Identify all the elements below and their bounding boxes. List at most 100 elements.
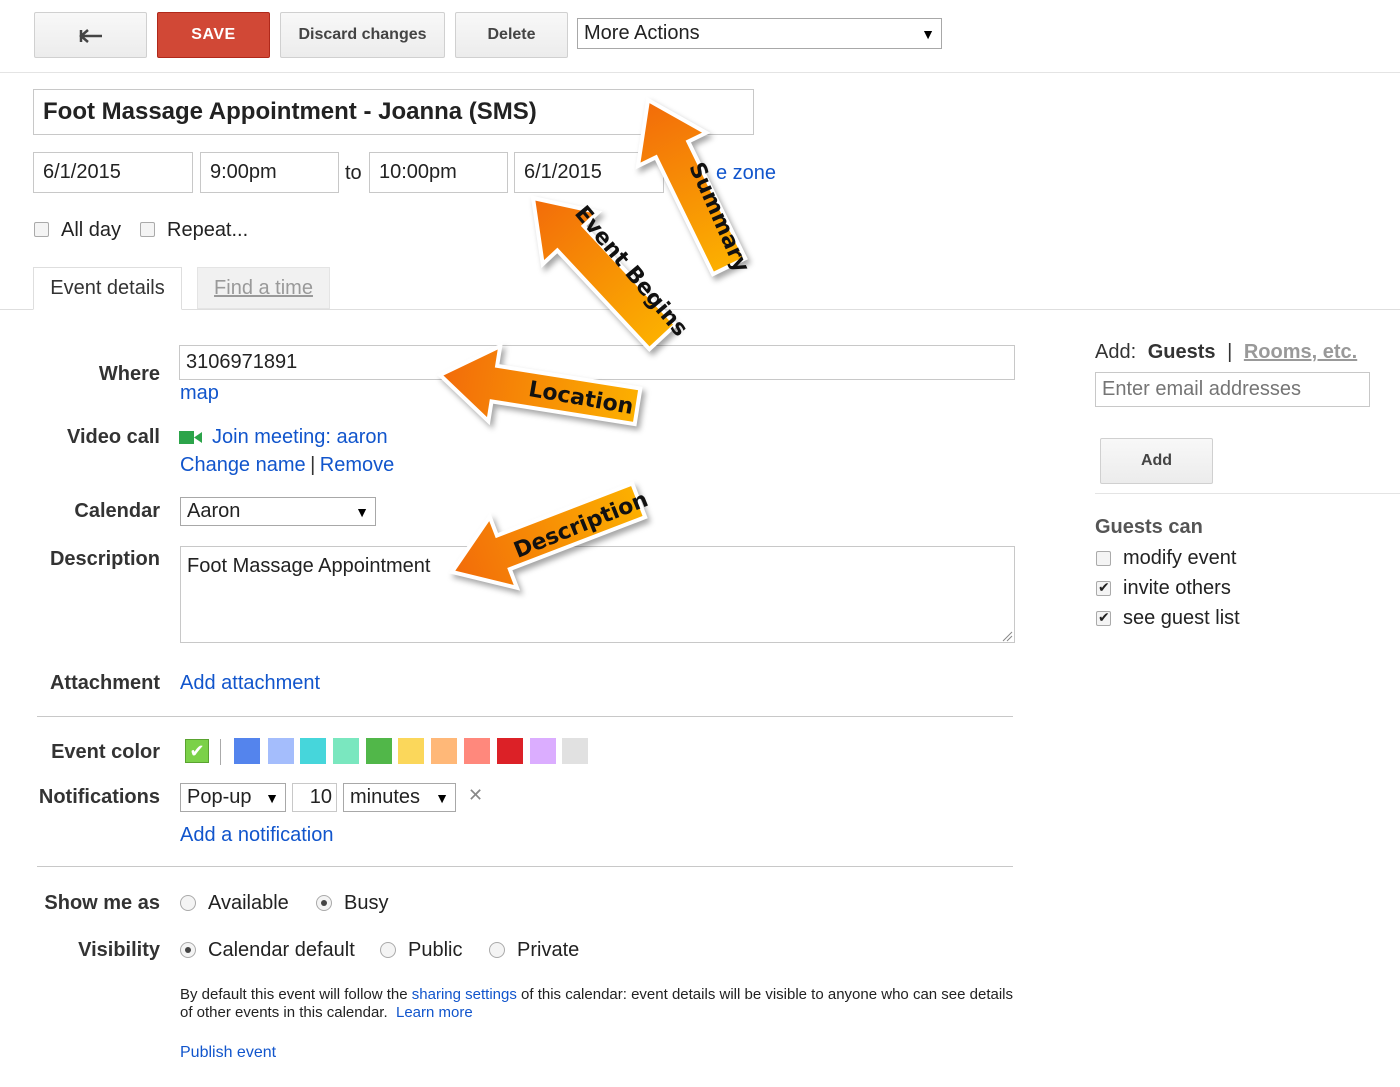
publish-event-link[interactable]: Publish event (180, 1044, 276, 1062)
calendar-default-label: Calendar default (208, 939, 355, 961)
start-date-input[interactable]: 6/1/2015 (33, 152, 193, 193)
join-meeting-link[interactable]: Join meeting: aaron (212, 426, 388, 449)
end-time-input[interactable]: 10:00pm (369, 152, 508, 193)
end-date-input[interactable]: 6/1/2015 (514, 152, 664, 193)
start-time-input[interactable]: 9:00pm (200, 152, 339, 193)
show-me-as-label: Show me as (44, 892, 160, 914)
notification-unit-select[interactable]: minutes ▼ (343, 783, 456, 812)
description-label: Description (49, 548, 160, 570)
save-button[interactable]: SAVE (157, 12, 270, 58)
color-swatch-default-selected[interactable]: ✔ (185, 739, 209, 763)
busy-radio[interactable] (316, 895, 332, 911)
color-swatch[interactable] (562, 738, 588, 764)
color-swatch[interactable] (398, 738, 424, 764)
annotation-event-begins-arrow (530, 195, 679, 353)
time-zone-link[interactable]: e zone (716, 162, 776, 185)
guests-tab[interactable]: Guests (1148, 341, 1216, 363)
color-swatch[interactable] (530, 738, 556, 764)
tab-find-a-time[interactable]: Find a time (197, 267, 330, 309)
color-swatch[interactable] (366, 738, 392, 764)
to-label: to (345, 162, 362, 184)
color-swatch[interactable] (464, 738, 490, 764)
visibility-note-text-1: By default this event will follow the (180, 986, 408, 1003)
guest-email-input[interactable] (1095, 372, 1370, 407)
invite-others-checkbox[interactable] (1096, 579, 1111, 596)
notification-amount-value: 10 (309, 786, 332, 808)
color-swatch[interactable] (268, 738, 294, 764)
calendar-select-value: Aaron (187, 500, 241, 522)
video-call-actions: Change name | Remove (180, 454, 394, 477)
visibility-note: By default this event will follow the sh… (180, 986, 1020, 1022)
available-radio[interactable] (180, 895, 196, 911)
event-color-label: Event color (51, 741, 160, 763)
modify-event-checkbox[interactable] (1096, 551, 1111, 566)
tab-find-a-time-label: Find a time (214, 276, 313, 299)
section-divider (37, 716, 1013, 717)
calendar-label: Calendar (74, 500, 160, 522)
check-icon: ✔ (189, 740, 205, 761)
color-divider (220, 739, 221, 765)
toolbar-divider (0, 72, 1400, 73)
video-call-separator: | (310, 454, 316, 476)
tab-event-details-label: Event details (50, 277, 165, 299)
all-day-label: All day (61, 219, 122, 241)
chevron-down-icon: ▼ (355, 503, 369, 520)
change-name-link[interactable]: Change name (180, 454, 306, 476)
public-label: Public (408, 939, 463, 961)
description-text: Foot Massage Appointment (187, 555, 431, 577)
add-notification-link[interactable]: Add a notification (180, 824, 333, 847)
add-prefix: Add: (1095, 341, 1137, 363)
color-swatch[interactable] (300, 738, 326, 764)
description-textarea[interactable]: Foot Massage Appointment (180, 546, 1015, 643)
private-label: Private (517, 939, 580, 961)
add-guest-button[interactable]: Add (1100, 438, 1213, 484)
event-title-input[interactable]: Foot Massage Appointment - Joanna (SMS) (33, 89, 754, 135)
remove-notification-icon[interactable]: ✕ (468, 785, 483, 806)
more-actions-dropdown[interactable]: More Actions ▼ (577, 18, 942, 49)
chevron-down-icon: ▼ (435, 789, 449, 806)
guests-tab-separator: | (1227, 341, 1233, 363)
where-input[interactable]: 3106971891 (179, 345, 1015, 380)
map-link[interactable]: map (180, 382, 219, 405)
color-swatch[interactable] (333, 738, 359, 764)
visibility-note-text-2: of this calendar: event details will be … (521, 986, 909, 1003)
section-divider (37, 866, 1013, 867)
modify-event-label: modify event (1123, 547, 1237, 569)
where-label: Where (98, 363, 160, 385)
notifications-label: Notifications (38, 786, 160, 808)
tabs-baseline (0, 309, 1400, 310)
notification-type-select[interactable]: Pop-up ▼ (180, 783, 286, 812)
sharing-settings-link[interactable]: sharing settings (412, 986, 517, 1003)
more-actions-label: More Actions (584, 22, 700, 44)
private-radio[interactable] (489, 942, 505, 958)
remove-video-call-link[interactable]: Remove (320, 454, 394, 476)
see-guest-list-label: see guest list (1123, 607, 1240, 629)
annotation-event-begins-label: Event Begins (569, 201, 693, 342)
add-attachment-link[interactable]: Add attachment (180, 672, 320, 695)
guests-header: Add: Guests | Rooms, etc. (1095, 341, 1357, 364)
notification-amount-input[interactable]: 10 (292, 783, 337, 812)
video-camera-icon (179, 430, 203, 450)
calendar-default-radio[interactable] (180, 942, 196, 958)
see-guest-list-checkbox[interactable] (1096, 609, 1111, 626)
color-swatch[interactable] (497, 738, 523, 764)
public-radio[interactable] (380, 942, 396, 958)
notification-unit-value: minutes (350, 786, 421, 808)
visibility-label: Visibility (78, 939, 160, 961)
color-swatch[interactable] (234, 738, 260, 764)
annotation-location-label: Location (526, 376, 636, 421)
color-swatch[interactable] (431, 738, 457, 764)
back-button[interactable] (34, 12, 147, 58)
rooms-tab[interactable]: Rooms, etc. (1244, 341, 1357, 363)
resize-handle-icon[interactable] (1001, 629, 1013, 647)
notification-type-value: Pop-up (187, 786, 252, 808)
all-day-checkbox[interactable] (34, 222, 49, 237)
guests-divider (1095, 493, 1400, 494)
discard-changes-button[interactable]: Discard changes (280, 12, 445, 58)
repeat-checkbox[interactable] (140, 222, 155, 237)
guests-can-label: Guests can (1095, 516, 1203, 538)
learn-more-link[interactable]: Learn more (396, 1004, 473, 1021)
tab-event-details[interactable]: Event details (33, 267, 182, 310)
delete-button[interactable]: Delete (455, 12, 568, 58)
calendar-select[interactable]: Aaron ▼ (180, 497, 376, 526)
